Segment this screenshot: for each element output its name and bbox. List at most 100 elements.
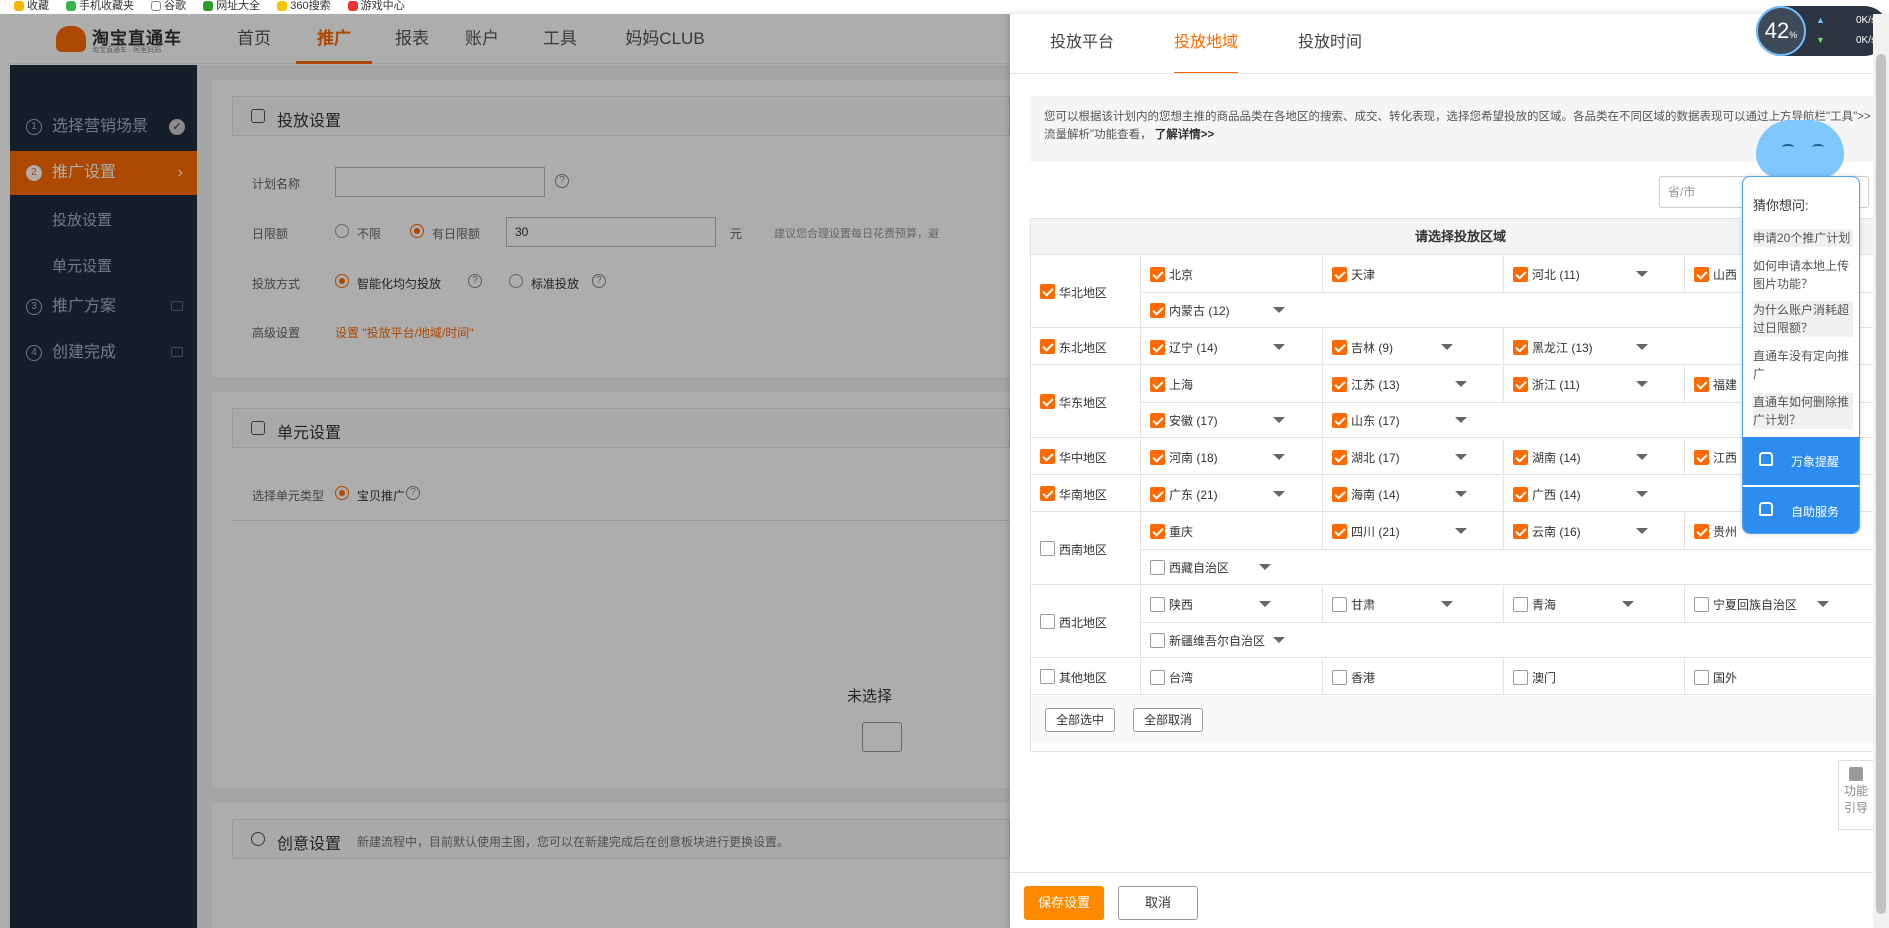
assistant-mascot[interactable] [1752,114,1848,184]
bookmark-hao[interactable]: 网址大全 [203,0,260,13]
province-option[interactable]: 西藏自治区 [1141,549,1322,585]
region-checkbox[interactable] [1040,394,1055,409]
region-checkbox[interactable] [1040,284,1055,299]
province-checkbox[interactable] [1332,670,1347,685]
province-checkbox[interactable] [1150,524,1165,539]
province-checkbox[interactable] [1513,267,1528,282]
province-option[interactable]: 广东 (21) [1141,476,1322,512]
modal-overlay[interactable] [0,14,1010,928]
tab-platform[interactable]: 投放平台 [1050,14,1114,74]
province-checkbox[interactable] [1332,597,1347,612]
region-checkbox[interactable] [1040,541,1055,556]
region-checkbox[interactable] [1040,614,1055,629]
province-checkbox[interactable] [1694,597,1709,612]
chevron-down-icon[interactable] [1817,601,1829,607]
province-checkbox[interactable] [1150,560,1165,575]
chevron-down-icon[interactable] [1259,601,1271,607]
region-group[interactable]: 华东地区 [1031,366,1141,437]
province-checkbox[interactable] [1513,487,1528,502]
assistant-question[interactable]: 直通车没有定向推广 [1753,347,1853,383]
province-option[interactable]: 新疆维吾尔自治区 [1141,622,1322,658]
province-checkbox[interactable] [1513,377,1528,392]
province-checkbox[interactable] [1513,524,1528,539]
chevron-down-icon[interactable] [1636,491,1648,497]
bookmark-mobile[interactable]: 手机收藏夹 [66,0,134,13]
province-option[interactable]: 重庆 [1141,513,1322,549]
province-checkbox[interactable] [1513,670,1528,685]
province-option[interactable]: 北京 [1141,256,1322,292]
province-checkbox[interactable] [1332,267,1347,282]
province-checkbox[interactable] [1694,450,1709,465]
tab-region[interactable]: 投放地域 [1174,14,1239,74]
chevron-down-icon[interactable] [1441,601,1453,607]
province-option[interactable]: 台湾 [1141,659,1322,695]
region-group[interactable]: 华南地区 [1031,476,1141,511]
region-checkbox[interactable] [1040,449,1055,464]
self-service-button[interactable]: 自助服务 [1743,487,1859,533]
chevron-down-icon[interactable] [1273,454,1285,460]
province-option[interactable]: 甘肃 [1322,586,1503,622]
province-option[interactable]: 浙江 (11) [1503,366,1684,402]
assistant-question[interactable]: 申请20个推广计划 [1753,229,1853,247]
province-checkbox[interactable] [1150,413,1165,428]
province-checkbox[interactable] [1332,340,1347,355]
feature-guide-button[interactable]: 功能 引导 [1838,760,1874,830]
save-settings-button[interactable]: 保存设置 [1024,886,1104,920]
assistant-question[interactable]: 为什么账户消耗超过日限额？ [1753,301,1853,337]
province-checkbox[interactable] [1332,524,1347,539]
province-checkbox[interactable] [1694,524,1709,539]
region-checkbox[interactable] [1040,669,1055,684]
province-option[interactable]: 天津 [1322,256,1503,292]
assistant-question[interactable]: 直通车如何删除推广计划？ [1753,393,1853,429]
province-checkbox[interactable] [1332,487,1347,502]
region-group[interactable]: 华北地区 [1031,256,1141,327]
province-checkbox[interactable] [1332,413,1347,428]
chevron-down-icon[interactable] [1273,417,1285,423]
tab-time[interactable]: 投放时间 [1298,14,1362,74]
cancel-button[interactable]: 取消 [1118,886,1198,920]
province-option[interactable]: 海南 (14) [1322,476,1503,512]
province-checkbox[interactable] [1150,633,1165,648]
network-speed-widget[interactable]: 42% ▲ 0K/s ▼ 0K/s [1756,6,1889,56]
province-checkbox[interactable] [1513,597,1528,612]
province-option[interactable]: 国外 [1684,659,1865,695]
reminder-button[interactable]: 万象提醒 [1743,437,1859,485]
province-checkbox[interactable] [1332,377,1347,392]
chevron-down-icon[interactable] [1259,564,1271,570]
province-option[interactable]: 澳门 [1503,659,1684,695]
province-option[interactable]: 湖北 (17) [1322,439,1503,475]
region-checkbox[interactable] [1040,339,1055,354]
province-checkbox[interactable] [1332,450,1347,465]
chevron-down-icon[interactable] [1455,454,1467,460]
province-option[interactable]: 河南 (18) [1141,439,1322,475]
province-checkbox[interactable] [1150,267,1165,282]
province-checkbox[interactable] [1150,340,1165,355]
province-option[interactable]: 上海 [1141,366,1322,402]
bookmark-favorites[interactable]: 收藏 [14,0,49,13]
chevron-down-icon[interactable] [1455,417,1467,423]
region-group[interactable]: 西南地区 [1031,513,1141,584]
province-checkbox[interactable] [1150,377,1165,392]
province-option[interactable]: 香港 [1322,659,1503,695]
chevron-down-icon[interactable] [1636,381,1648,387]
region-group[interactable]: 东北地区 [1031,329,1141,364]
province-checkbox[interactable] [1150,487,1165,502]
province-checkbox[interactable] [1150,303,1165,318]
province-checkbox[interactable] [1694,267,1709,282]
province-option[interactable]: 辽宁 (14) [1141,329,1322,365]
chevron-down-icon[interactable] [1636,344,1648,350]
scrollbar[interactable] [1873,14,1889,928]
chevron-down-icon[interactable] [1636,271,1648,277]
assistant-question[interactable]: 如何申请本地上传图片功能？ [1753,257,1853,293]
province-option[interactable]: 四川 (21) [1322,513,1503,549]
bookmark-360[interactable]: 360搜索 [277,0,331,13]
province-checkbox[interactable] [1150,670,1165,685]
chevron-down-icon[interactable] [1622,601,1634,607]
scrollbar-thumb[interactable] [1876,54,1886,914]
province-option[interactable]: 青海 [1503,586,1684,622]
region-group[interactable]: 其他地区 [1031,659,1141,694]
province-checkbox[interactable] [1694,670,1709,685]
province-checkbox[interactable] [1150,450,1165,465]
province-option[interactable]: 陕西 [1141,586,1322,622]
province-option[interactable]: 宁夏回族自治区 [1684,586,1865,622]
